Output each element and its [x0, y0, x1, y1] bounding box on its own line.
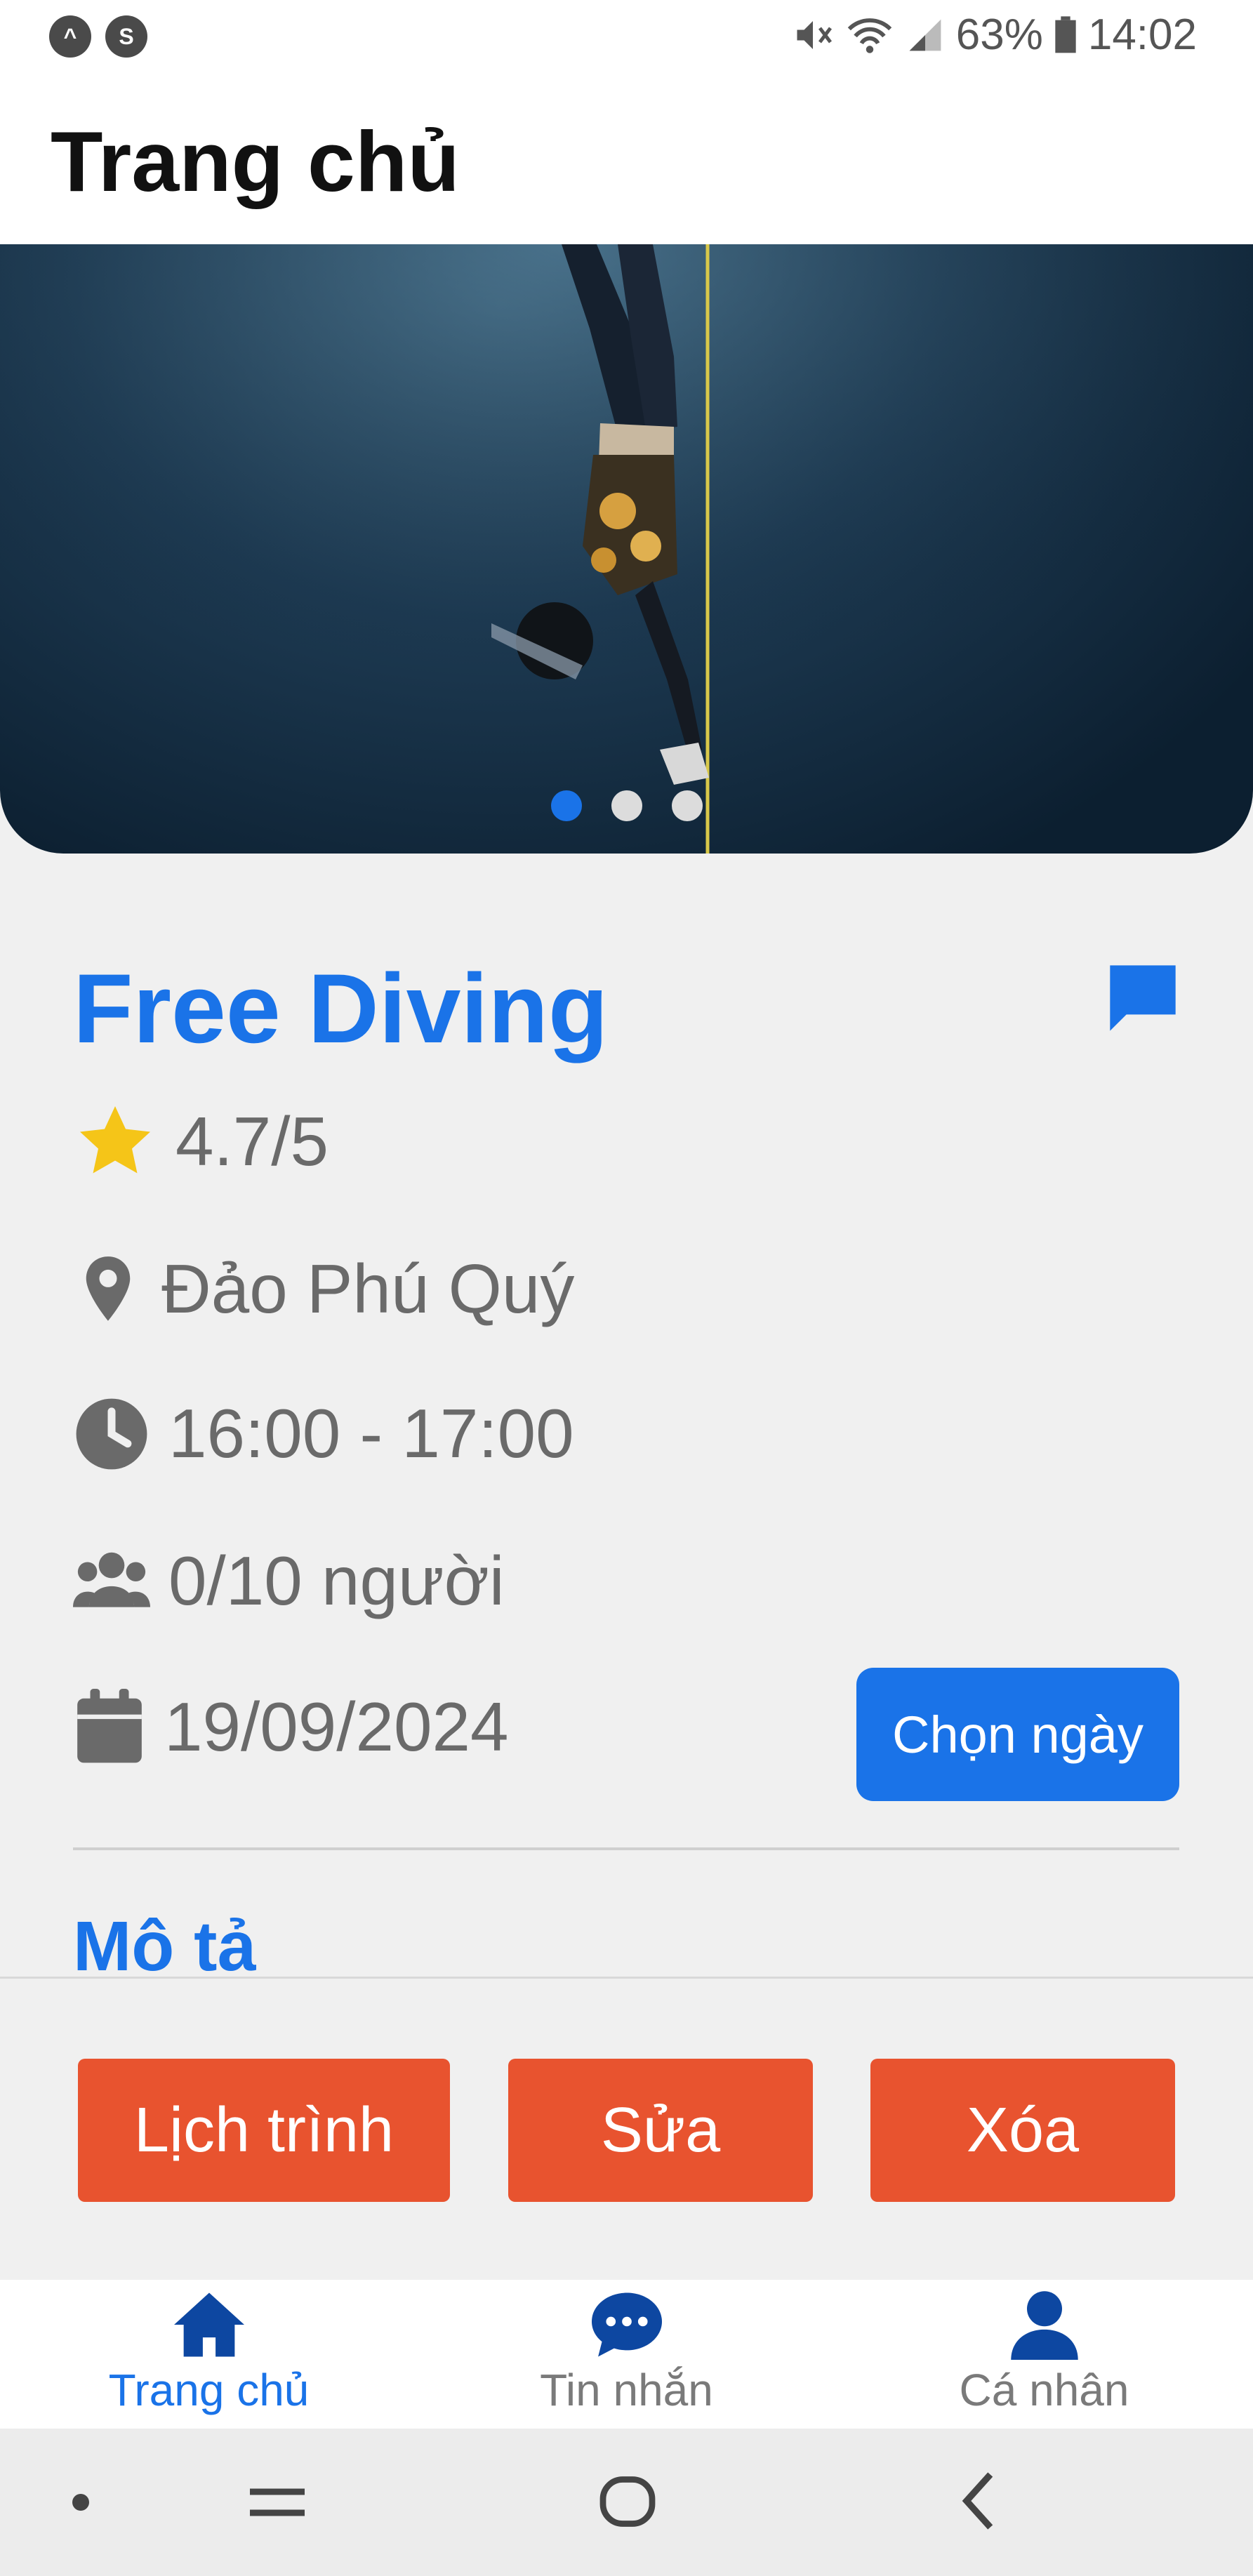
action-bar: Lịch trình Sửa Xóa	[0, 1977, 1253, 2282]
app-header: Trang chủ	[0, 70, 1253, 244]
location-text: Đảo Phú Quý	[161, 1249, 575, 1327]
home-button-icon[interactable]	[598, 2472, 657, 2531]
divider	[73, 1847, 1179, 1850]
home-icon	[173, 2292, 244, 2357]
delete-button[interactable]: Xóa	[870, 2059, 1175, 2202]
status-right: 63% 14:02	[792, 10, 1197, 60]
capacity-row: 0/10 người	[73, 1541, 505, 1621]
back-icon[interactable]	[956, 2469, 998, 2532]
calendar-icon	[77, 1688, 142, 1762]
time-row: 16:00 - 17:00	[73, 1394, 574, 1473]
image-carousel[interactable]	[0, 244, 1253, 854]
time-range: 16:00 - 17:00	[168, 1395, 574, 1472]
battery-icon	[1055, 15, 1076, 53]
system-navigation-bar	[0, 2429, 1253, 2576]
tour-details: Free Diving 4.7/5 Đảo Phú Quý 16:00 - 17…	[0, 854, 1253, 1977]
rating-value: 4.7/5	[175, 1102, 329, 1180]
rating-row: 4.7/5	[73, 1099, 329, 1183]
star-icon	[80, 1106, 150, 1174]
location-row: Đảo Phú Quý	[73, 1247, 574, 1331]
capacity-text: 0/10 người	[168, 1542, 505, 1619]
clock: 14:02	[1087, 11, 1197, 59]
nav-item-profile[interactable]: Cá nhân	[835, 2280, 1253, 2429]
mute-icon	[797, 20, 832, 49]
nav-label-home: Trang chủ	[108, 2365, 310, 2415]
tour-title: Free Diving	[73, 953, 609, 1063]
date-text: 19/09/2024	[164, 1688, 509, 1765]
nav-item-messages[interactable]: Tin nhắn	[418, 2280, 835, 2429]
schedule-button[interactable]: Lịch trình	[78, 2059, 450, 2202]
chat-icon[interactable]	[1103, 959, 1182, 1037]
carousel-indicator	[0, 790, 1253, 821]
chat-bubble-icon	[591, 2292, 662, 2357]
nav-label-messages: Tin nhắn	[540, 2365, 713, 2415]
location-pin-icon	[86, 1256, 131, 1321]
carousel-dot-1[interactable]	[550, 790, 582, 821]
clock-icon	[76, 1398, 147, 1469]
edit-button[interactable]: Sửa	[508, 2059, 813, 2202]
signal-icon	[909, 19, 941, 51]
carousel-dot-2[interactable]	[611, 790, 642, 821]
date-row: 19/09/2024	[73, 1687, 508, 1767]
recent-apps-icon[interactable]	[246, 2485, 309, 2520]
page-title: Trang chủ	[51, 114, 460, 209]
shazam-icon: S	[105, 15, 147, 58]
pick-date-button[interactable]: Chọn ngày	[856, 1668, 1179, 1801]
status-left-icons: ^ S	[49, 15, 147, 58]
description-heading: Mô tả	[73, 1907, 257, 1977]
alert-icon: ^	[49, 15, 91, 58]
status-bar: ^ S 63% 14:02	[0, 0, 1253, 70]
diver-photo	[0, 244, 1253, 854]
wifi-icon	[847, 18, 891, 53]
nav-item-home[interactable]: Trang chủ	[0, 2280, 418, 2429]
battery-percent: 63%	[955, 11, 1043, 59]
group-icon	[73, 1552, 150, 1607]
person-icon	[1010, 2291, 1078, 2360]
carousel-dot-3[interactable]	[671, 790, 703, 821]
dot-icon[interactable]	[70, 2492, 91, 2513]
nav-label-profile: Cá nhân	[959, 2365, 1129, 2415]
bottom-nav: Trang chủ Tin nhắn Cá nhân	[0, 2280, 1253, 2429]
